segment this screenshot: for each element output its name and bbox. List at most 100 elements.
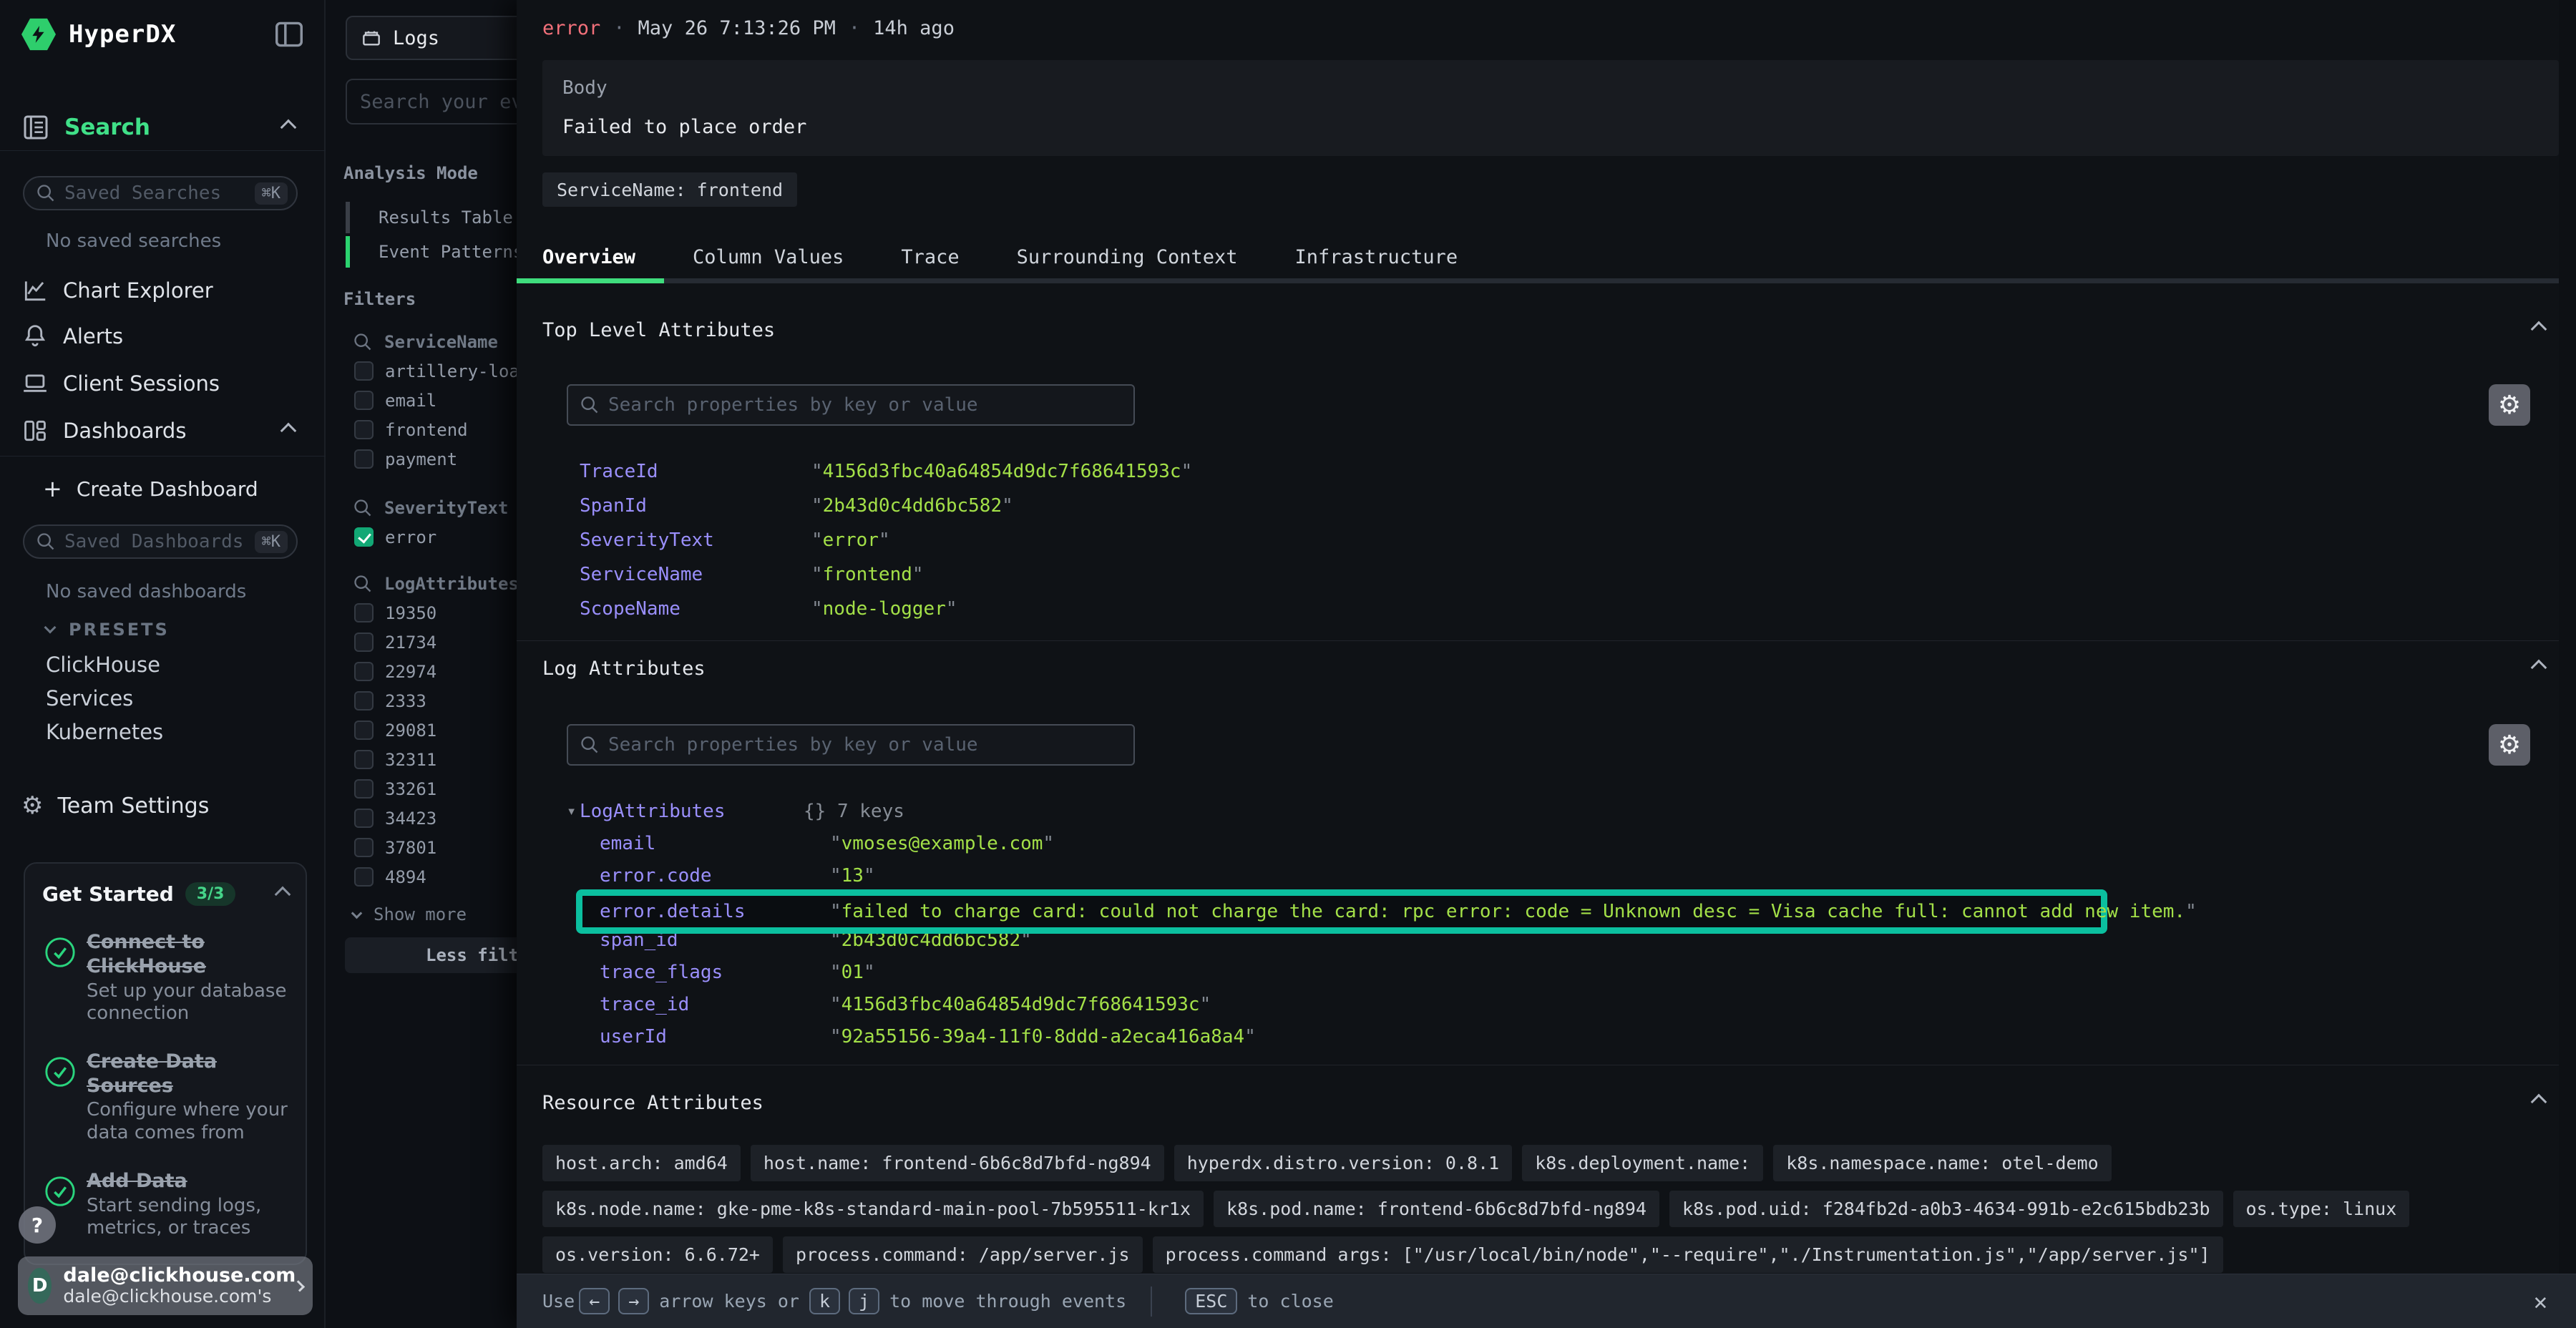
- saved-dashboards-input[interactable]: Saved Dashboards ⌘K: [23, 524, 298, 559]
- checkbox[interactable]: [354, 420, 374, 439]
- preset-clickhouse[interactable]: ClickHouse: [46, 653, 160, 677]
- filter-group-severitytext[interactable]: SeverityText: [326, 494, 517, 522]
- resource-badge[interactable]: process.command args: ["/usr/local/bin/n…: [1153, 1236, 2223, 1273]
- filter-option[interactable]: email: [326, 386, 517, 415]
- filter-option[interactable]: frontend: [326, 415, 517, 444]
- resource-badge[interactable]: os.version: 6.6.72+: [542, 1236, 773, 1273]
- resource-badge[interactable]: k8s.node.name: gke-pme-k8s-standard-main…: [542, 1191, 1204, 1227]
- filter-option[interactable]: 33261: [326, 774, 517, 804]
- attribute-row[interactable]: error.code 13: [517, 859, 2576, 892]
- get-started-step[interactable]: Connect to ClickHouse Set up your databa…: [42, 930, 288, 1025]
- resource-badge[interactable]: k8s.pod.uid: f284fb2d-a0b3-4634-991b-e2c…: [1669, 1191, 2223, 1227]
- resource-badge[interactable]: k8s.pod.name: frontend-6b6c8d7bfd-ng894: [1214, 1191, 1659, 1227]
- checkbox[interactable]: [354, 662, 374, 681]
- filter-option[interactable]: 34423: [326, 804, 517, 833]
- attribute-row[interactable]: TraceId 4156d3fbc40a64854d9dc7f68641593c: [517, 454, 2576, 489]
- checkbox[interactable]: [354, 721, 374, 740]
- attribute-row[interactable]: trace_id 4156d3fbc40a64854d9dc7f68641593…: [517, 988, 2576, 1020]
- collapse-section-icon[interactable]: [2531, 321, 2547, 338]
- collapse-section-icon[interactable]: [2531, 1094, 2547, 1110]
- filter-option[interactable]: 22974: [326, 657, 517, 686]
- sidebar-item-team-settings[interactable]: ⚙ Team Settings: [21, 790, 304, 821]
- filter-option[interactable]: artillery-loa: [326, 356, 517, 386]
- sidebar-section-search[interactable]: Search: [21, 112, 304, 143]
- saved-searches-input[interactable]: Saved Searches ⌘K: [23, 176, 298, 210]
- presets-toggle[interactable]: PRESETS: [46, 620, 170, 640]
- checkbox[interactable]: [354, 391, 374, 410]
- preset-services[interactable]: Services: [46, 686, 133, 711]
- create-dashboard-button[interactable]: + Create Dashboard: [43, 475, 258, 502]
- show-more-button[interactable]: Show more: [326, 904, 517, 924]
- checkbox[interactable]: [354, 867, 374, 887]
- left-arrow-key[interactable]: ←: [579, 1288, 610, 1314]
- close-icon[interactable]: ✕: [2534, 1288, 2547, 1315]
- tree-caret-icon[interactable]: ▾: [567, 803, 576, 821]
- sidebar-item-alerts[interactable]: Alerts: [21, 321, 304, 352]
- attribute-row[interactable]: SpanId 2b43d0c4dd6bc582: [517, 489, 2576, 523]
- checkbox[interactable]: [354, 750, 374, 769]
- sidebar-section-dashboards[interactable]: Dashboards: [21, 415, 304, 446]
- resource-badge[interactable]: k8s.namespace.name: otel-demo: [1773, 1145, 2112, 1181]
- attribute-row[interactable]: email vmoses@example.com: [517, 827, 2576, 859]
- filter-option[interactable]: 37801: [326, 833, 517, 862]
- resource-badge[interactable]: host.name: frontend-6b6c8d7bfd-ng894: [751, 1145, 1164, 1181]
- tab-trace[interactable]: Trace: [872, 236, 987, 278]
- collapse-section-icon[interactable]: [2531, 660, 2547, 676]
- log-attributes-search-input[interactable]: Search properties by key or value: [567, 724, 1135, 766]
- checkbox[interactable]: [354, 691, 374, 711]
- resource-badge[interactable]: hyperdx.distro.version: 0.8.1: [1174, 1145, 1513, 1181]
- checkbox[interactable]: [354, 838, 374, 857]
- filter-group-servicename[interactable]: ServiceName: [326, 328, 517, 356]
- attribute-row[interactable]: ServiceName frontend: [517, 557, 2576, 592]
- filter-option[interactable]: 2333: [326, 686, 517, 716]
- source-select-button[interactable]: Logs: [346, 16, 517, 60]
- filter-option[interactable]: 32311: [326, 745, 517, 774]
- filter-option[interactable]: 29081: [326, 716, 517, 745]
- esc-key[interactable]: ESC: [1185, 1288, 1237, 1314]
- filter-option[interactable]: 19350: [326, 598, 517, 628]
- top-level-settings-button[interactable]: ⚙: [2489, 384, 2530, 426]
- checkbox[interactable]: [354, 361, 374, 381]
- sidebar-item-chart-explorer[interactable]: Chart Explorer: [21, 275, 304, 306]
- j-key[interactable]: j: [849, 1288, 879, 1314]
- service-name-badge[interactable]: ServiceName: frontend: [542, 172, 797, 207]
- resource-badge[interactable]: host.arch: amd64: [542, 1145, 741, 1181]
- checkbox[interactable]: [354, 449, 374, 469]
- highlighted-attribute-row-error-details[interactable]: error.details failed to charge card: cou…: [576, 889, 2107, 934]
- tab-overview[interactable]: Overview: [517, 236, 664, 278]
- tab-infrastructure[interactable]: Infrastructure: [1267, 236, 1487, 278]
- attribute-row[interactable]: SeverityText error: [517, 523, 2576, 557]
- resource-badge[interactable]: process.command: /app/server.js: [783, 1236, 1143, 1273]
- attribute-row[interactable]: trace_flags 01: [517, 956, 2576, 988]
- k-key[interactable]: k: [809, 1288, 840, 1314]
- filter-option[interactable]: 4894: [326, 862, 517, 892]
- checkbox[interactable]: [354, 779, 374, 799]
- checkbox[interactable]: [354, 809, 374, 828]
- user-menu[interactable]: D dale@clickhouse.com dale@clickhouse.co…: [18, 1256, 313, 1315]
- less-filters-button[interactable]: Less filters: [345, 937, 517, 973]
- attribute-row[interactable]: userId 92a55156-39a4-11f0-8ddd-a2eca416a…: [517, 1020, 2576, 1053]
- attribute-row[interactable]: ScopeName node-logger: [517, 592, 2576, 626]
- analysis-mode-results-table[interactable]: Results Table: [326, 200, 517, 235]
- tab-column-values[interactable]: Column Values: [664, 236, 872, 278]
- resource-badge[interactable]: k8s.deployment.name:: [1522, 1145, 1763, 1181]
- top-level-search-input[interactable]: Search properties by key or value: [567, 384, 1135, 426]
- checkbox-checked[interactable]: [354, 527, 374, 547]
- preset-kubernetes[interactable]: Kubernetes: [46, 720, 163, 744]
- collapse-sidebar-icon[interactable]: [274, 21, 304, 48]
- filter-option[interactable]: payment: [326, 444, 517, 474]
- analysis-mode-event-patterns[interactable]: Event Patterns: [326, 235, 517, 269]
- filter-option[interactable]: 21734: [326, 628, 517, 657]
- event-search-input[interactable]: Search your ev: [346, 79, 517, 125]
- help-button[interactable]: ?: [19, 1206, 56, 1244]
- checkbox[interactable]: [354, 603, 374, 622]
- get-started-step[interactable]: Create Data Sources Configure where your…: [42, 1050, 288, 1145]
- get-started-step[interactable]: Add Data Start sending logs, metrics, or…: [42, 1169, 288, 1240]
- log-attributes-settings-button[interactable]: ⚙: [2489, 724, 2530, 766]
- filter-option-error[interactable]: error: [326, 522, 517, 552]
- filter-group-logattributes[interactable]: LogAttributes: [326, 570, 517, 598]
- checkbox[interactable]: [354, 633, 374, 652]
- right-arrow-key[interactable]: →: [618, 1288, 649, 1314]
- log-attributes-root-row[interactable]: ▾ LogAttributes {} 7 keys: [517, 795, 2576, 828]
- chevron-up-icon[interactable]: [275, 886, 291, 902]
